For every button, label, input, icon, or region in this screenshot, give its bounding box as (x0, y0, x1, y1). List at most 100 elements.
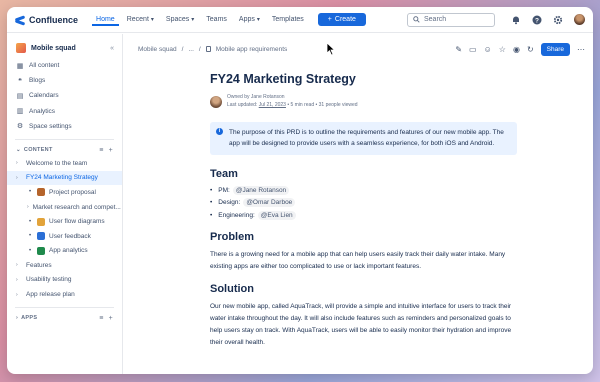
filter-icon[interactable]: ≡ (99, 147, 103, 154)
bullet-icon: • (28, 189, 32, 196)
share-button[interactable]: Share (540, 42, 570, 56)
page-byline: Owned by Jane Rotanson Last updated: Jul… (210, 94, 524, 109)
solution-text: Our new mobile app, called AquaTrack, wi… (210, 302, 512, 347)
sidebar-tree-item[interactable]: • User feedback (7, 229, 122, 244)
nav-recent-label: Recent (126, 16, 149, 23)
chevron-right-icon[interactable]: › (16, 277, 22, 283)
sidebar-item-space-settings[interactable]: ⚙ Space settings (7, 119, 122, 134)
sidebar-tree-item[interactable]: › Welcome to the team (7, 156, 122, 171)
sidebar-item-label: Space settings (29, 122, 72, 130)
chevron-down-icon[interactable]: ⌄ (16, 147, 21, 153)
sidebar-item-label: Calendars (29, 92, 59, 100)
nav-home[interactable]: Home (92, 13, 119, 26)
view-count[interactable]: 31 people viewed (319, 102, 358, 108)
watch-icon[interactable]: ◉ (513, 45, 520, 54)
product-name: Confluence (29, 14, 79, 25)
team-list: PM:@Jane Rotanson Design:@Omar Darboe En… (210, 185, 524, 220)
sidebar-tree-item[interactable]: › Usability testing (7, 273, 122, 288)
reaction-icon[interactable]: ☺ (484, 45, 492, 54)
owner-avatar[interactable] (210, 95, 222, 108)
nav-recent[interactable]: Recent ▾ (123, 13, 158, 26)
sidebar-item-calendars[interactable]: ▤ Calendars (7, 88, 122, 103)
page-emoji-icon (37, 217, 45, 226)
sidebar-item-all-content[interactable]: ▦ All content (7, 58, 122, 73)
collapse-sidebar-icon[interactable]: « (110, 45, 114, 52)
content-section-label: CONTENT (23, 147, 53, 154)
chevron-right-icon[interactable]: › (16, 315, 18, 321)
problem-text: There is a growing need for a mobile app… (210, 250, 506, 270)
nav-templates[interactable]: Templates (268, 13, 308, 26)
sidebar-tree-label: User flow diagrams (49, 218, 105, 226)
breadcrumb-space[interactable]: Mobile squad (138, 46, 177, 53)
user-mention[interactable]: @Jane Rotanson (232, 185, 290, 195)
chevron-right-icon[interactable]: › (27, 204, 29, 210)
nav-apps[interactable]: Apps ▾ (235, 13, 264, 26)
team-role: PM: (218, 186, 230, 194)
bullet-icon: • (28, 233, 32, 240)
nav-apps-label: Apps (238, 16, 255, 23)
create-button[interactable]: + Create (317, 13, 366, 26)
sidebar-item-analytics[interactable]: ▥ Analytics (7, 104, 122, 119)
top-navigation: Confluence Home Recent ▾ Spaces ▾ Teams Ap… (7, 7, 593, 33)
history-icon[interactable]: ↻ (527, 45, 534, 54)
sidebar-item-blogs[interactable]: ❝ Blogs (7, 73, 122, 88)
updated-date[interactable]: Jul 21, 2023 (259, 102, 286, 108)
team-heading: Team (210, 167, 238, 180)
breadcrumb-page[interactable]: Mobile app requirements (216, 46, 288, 53)
user-avatar[interactable] (574, 14, 585, 25)
more-actions-icon[interactable]: ⋯ (577, 45, 585, 54)
chart-icon: ▥ (16, 108, 24, 116)
sidebar-tree-item[interactable]: › Market research and compet... (7, 200, 122, 215)
filter-icon[interactable]: ≡ (99, 315, 103, 322)
sidebar-tree-label: App analytics (49, 247, 88, 255)
space-header[interactable]: Mobile squad « (7, 34, 122, 58)
chevron-right-icon[interactable]: › (16, 175, 22, 181)
plus-icon: + (327, 16, 332, 23)
user-mention[interactable]: @Omar Darboe (243, 198, 296, 208)
help-icon[interactable]: ? (531, 14, 542, 25)
space-avatar-icon (16, 43, 26, 53)
search-input[interactable]: Search (407, 12, 495, 27)
info-text: The purpose of this PRD is to outline th… (229, 129, 504, 148)
owner-text: Owned by Jane Rotanson (227, 94, 285, 100)
star-icon[interactable]: ☆ (499, 45, 506, 54)
sidebar-tree-item[interactable]: • Project proposal (7, 185, 122, 200)
breadcrumb-ellipsis[interactable]: ... (188, 46, 193, 53)
add-content-icon[interactable]: + (109, 147, 113, 154)
bullet-icon: • (28, 247, 32, 254)
nav-spaces[interactable]: Spaces ▾ (162, 13, 198, 26)
chevron-right-icon[interactable]: › (16, 292, 22, 298)
content-section-header: ⌄ CONTENT ≡ + (7, 145, 122, 156)
nav-home-label: Home (96, 16, 115, 23)
chevron-right-icon[interactable]: › (16, 262, 22, 268)
nav-spaces-label: Spaces (165, 16, 190, 23)
sidebar-tree-item[interactable]: • App analytics (7, 244, 122, 259)
page-icon (205, 46, 211, 52)
notifications-icon[interactable] (510, 14, 521, 25)
solution-heading: Solution (210, 282, 254, 295)
bullet-icon: • (28, 218, 32, 225)
confluence-logo[interactable]: Confluence (15, 15, 78, 25)
nav-teams[interactable]: Teams (202, 13, 231, 26)
edit-icon[interactable]: ✎ (455, 45, 462, 54)
page-emoji-icon (37, 246, 45, 255)
page-tree: › Welcome to the team › FY24 Marketing Stra… (7, 156, 122, 302)
quote-icon: ❝ (18, 77, 22, 85)
sidebar-tree-item[interactable]: › FY24 Marketing Strategy (7, 170, 122, 186)
breadcrumb-separator: / (198, 45, 201, 53)
chevron-down-icon: ▾ (191, 17, 195, 23)
add-app-icon[interactable]: + (109, 315, 113, 322)
settings-icon[interactable] (552, 14, 563, 25)
comment-icon[interactable]: ▭ (469, 45, 477, 54)
sidebar-tree-label: User feedback (49, 232, 91, 240)
chevron-right-icon[interactable]: › (16, 160, 22, 166)
page-emoji-icon (37, 188, 45, 197)
sidebar-tree-label: App release plan (26, 291, 75, 299)
nav-templates-label: Templates (271, 16, 304, 23)
sidebar-divider (15, 138, 114, 140)
svg-text:?: ? (535, 17, 539, 24)
sidebar-tree-item[interactable]: › Features (7, 258, 122, 273)
sidebar-tree-item[interactable]: • User flow diagrams (7, 214, 122, 229)
user-mention[interactable]: @Eva Lien (257, 210, 296, 220)
sidebar-tree-item[interactable]: › App release plan (7, 287, 122, 302)
